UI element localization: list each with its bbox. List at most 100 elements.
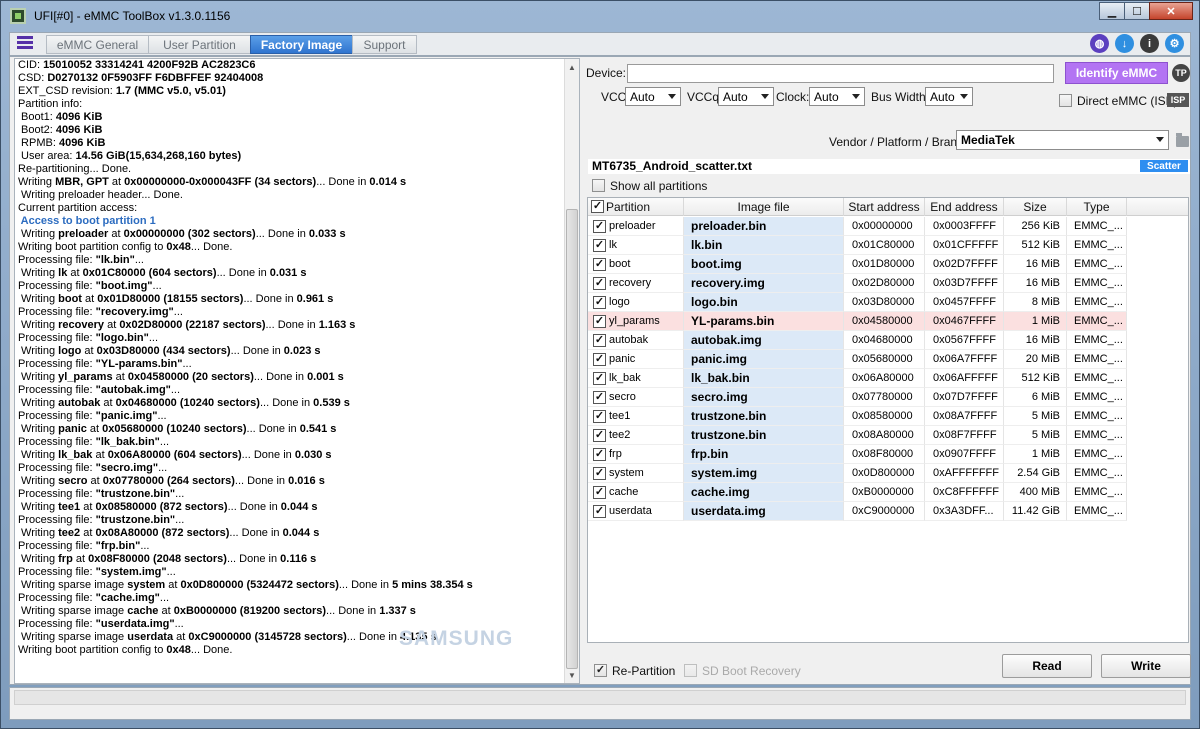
vendor-select[interactable]: MediaTek [956, 130, 1169, 150]
maximize-button[interactable]: ☐ [1124, 2, 1150, 20]
identify-emmc-button[interactable]: Identify eMMC [1065, 62, 1168, 84]
header-start-address[interactable]: Start address [844, 198, 925, 216]
cell-image-file[interactable]: autobak.img [684, 331, 844, 350]
cell-image-file[interactable]: trustzone.bin [684, 407, 844, 426]
log-text: ... Done in [229, 527, 283, 539]
close-button[interactable]: ✕ [1149, 2, 1193, 20]
vcc-select[interactable]: Auto [625, 87, 681, 106]
row-checkbox[interactable]: ✓ [593, 410, 606, 423]
cell-size-text: 20 MiB [1025, 353, 1060, 365]
scroll-up-icon[interactable]: ▲ [565, 59, 579, 75]
cell-type-text: EMMC_... [1074, 429, 1123, 441]
read-button[interactable]: Read [1002, 654, 1092, 678]
hamburger-menu-icon[interactable] [17, 36, 33, 52]
row-checkbox[interactable]: ✓ [593, 334, 606, 347]
row-checkbox[interactable]: ✓ [593, 448, 606, 461]
table-row[interactable]: ✓ lk_bak lk_bak.bin 0x06A80000 0x06AFFFFF 512… [588, 369, 1128, 388]
device-input[interactable] [627, 64, 1054, 83]
write-button[interactable]: Write [1101, 654, 1191, 678]
table-row[interactable]: ✓ logo logo.bin 0x03D80000 0x0457FFFF 8 MiB EM… [588, 293, 1128, 312]
re-partition-checkbox[interactable]: ✓ [594, 664, 607, 677]
log-value: 0x0D800000 (5324472 sectors) [180, 579, 339, 591]
header-image-file[interactable]: Image file [684, 198, 844, 216]
header-end-address[interactable]: End address [925, 198, 1004, 216]
cell-image-file[interactable]: userdata.img [684, 502, 844, 521]
download-icon[interactable]: ↓ [1115, 34, 1134, 53]
show-all-partitions-checkbox[interactable] [592, 179, 605, 192]
folder-icon[interactable] [1176, 133, 1189, 147]
table-row[interactable]: ✓ tee1 trustzone.bin 0x08580000 0x08A7FFFF 5 … [588, 407, 1128, 426]
cell-image-file[interactable]: lk.bin [684, 236, 844, 255]
row-checkbox[interactable]: ✓ [593, 296, 606, 309]
cell-image-file[interactable]: secro.img [684, 388, 844, 407]
bus-width-select[interactable]: Auto [925, 87, 973, 106]
header-type[interactable]: Type [1067, 198, 1127, 216]
tp-button[interactable]: TP [1172, 64, 1190, 82]
log-value: autobak [58, 397, 101, 409]
row-checkbox[interactable]: ✓ [593, 429, 606, 442]
cell-image-file[interactable]: YL-params.bin [684, 312, 844, 331]
cell-image-file[interactable]: lk_bak.bin [684, 369, 844, 388]
tab-emmc-general[interactable]: eMMC General [46, 35, 149, 54]
row-checkbox[interactable]: ✓ [593, 258, 606, 271]
minimize-button[interactable]: ▁ [1099, 2, 1125, 20]
cell-partition: ✓ recovery [588, 274, 684, 293]
row-checkbox[interactable]: ✓ [593, 220, 606, 233]
clock-select[interactable]: Auto [809, 87, 865, 106]
row-checkbox[interactable]: ✓ [593, 277, 606, 290]
cell-image-file[interactable]: preloader.bin [684, 217, 844, 236]
table-row[interactable]: ✓ secro secro.img 0x07780000 0x07D7FFFF 6 MiB… [588, 388, 1128, 407]
cell-image-file[interactable]: trustzone.bin [684, 426, 844, 445]
scatter-button[interactable]: Scatter [1140, 160, 1188, 172]
row-checkbox[interactable]: ✓ [593, 353, 606, 366]
cell-image-file[interactable]: panic.img [684, 350, 844, 369]
log-text: ... Done in [241, 449, 295, 461]
row-checkbox[interactable]: ✓ [593, 486, 606, 499]
cell-image-file[interactable]: recovery.img [684, 274, 844, 293]
row-checkbox[interactable]: ✓ [593, 239, 606, 252]
table-row[interactable]: ✓ preloader preloader.bin 0x00000000 0x0003F… [588, 217, 1128, 236]
cell-image-file[interactable]: system.img [684, 464, 844, 483]
log-text: Processing file: [18, 462, 96, 474]
cell-image-file[interactable]: boot.img [684, 255, 844, 274]
table-row[interactable]: ✓ lk lk.bin 0x01C80000 0x01CFFFFF 512 KiB EMMC… [588, 236, 1128, 255]
log-scrollbar[interactable]: ▲ ▼ [564, 59, 579, 683]
tab-user-partition[interactable]: User Partition [148, 35, 251, 54]
select-all-checkbox[interactable]: ✓ [591, 200, 604, 213]
cell-image-file-text: lk_bak.bin [691, 371, 750, 385]
tab-factory-image[interactable]: Factory Image [250, 35, 353, 54]
cell-start-address-text: 0x08F80000 [852, 448, 914, 460]
scroll-down-icon[interactable]: ▼ [565, 667, 579, 683]
scroll-thumb[interactable] [566, 209, 578, 669]
table-row[interactable]: ✓ autobak autobak.img 0x04680000 0x0567FFFF 1… [588, 331, 1128, 350]
table-row[interactable]: ✓ frp frp.bin 0x08F80000 0x0907FFFF 1 MiB EMMC… [588, 445, 1128, 464]
row-checkbox[interactable]: ✓ [593, 467, 606, 480]
table-row[interactable]: ✓ boot boot.img 0x01D80000 0x02D7FFFF 16 MiB E… [588, 255, 1128, 274]
globe-icon[interactable]: ◍ [1090, 34, 1109, 53]
table-row[interactable]: ✓ tee2 trustzone.bin 0x08A80000 0x08F7FFFF 5 … [588, 426, 1128, 445]
row-checkbox[interactable]: ✓ [593, 372, 606, 385]
cell-image-file[interactable]: logo.bin [684, 293, 844, 312]
table-row[interactable]: ✓ cache cache.img 0xB0000000 0xC8FFFFFF 400 M… [588, 483, 1128, 502]
window-title: UFI[#0] - eMMC ToolBox v1.3.0.1156 [34, 9, 231, 23]
settings-icon[interactable]: ⚙ [1165, 34, 1184, 53]
header-partition[interactable]: ✓ Partition [588, 198, 684, 216]
table-row[interactable]: ✓ recovery recovery.img 0x02D80000 0x03D7FFF… [588, 274, 1128, 293]
table-row[interactable]: ✓ yl_params YL-params.bin 0x04580000 0x0467F… [588, 312, 1128, 331]
row-checkbox[interactable]: ✓ [593, 315, 606, 328]
table-row[interactable]: ✓ userdata userdata.img 0xC9000000 0x3A3DFF.… [588, 502, 1128, 521]
header-size[interactable]: Size [1004, 198, 1067, 216]
row-checkbox[interactable]: ✓ [593, 505, 606, 518]
vccq-select[interactable]: Auto [718, 87, 774, 106]
cell-image-file[interactable]: frp.bin [684, 445, 844, 464]
table-row[interactable]: ✓ panic panic.img 0x05680000 0x06A7FFFF 20 Mi… [588, 350, 1128, 369]
cell-image-file[interactable]: cache.img [684, 483, 844, 502]
table-row[interactable]: ✓ system system.img 0x0D800000 0xAFFFFFFF 2.5… [588, 464, 1128, 483]
sd-boot-recovery-checkbox[interactable] [684, 664, 697, 677]
log-text: Writing [18, 371, 59, 383]
tab-support[interactable]: Support [352, 35, 417, 54]
info-icon[interactable]: i [1140, 34, 1159, 53]
log-line: Processing file: "YL-params.bin"... [18, 358, 558, 371]
row-checkbox[interactable]: ✓ [593, 391, 606, 404]
direct-emmc-checkbox[interactable] [1059, 94, 1072, 107]
